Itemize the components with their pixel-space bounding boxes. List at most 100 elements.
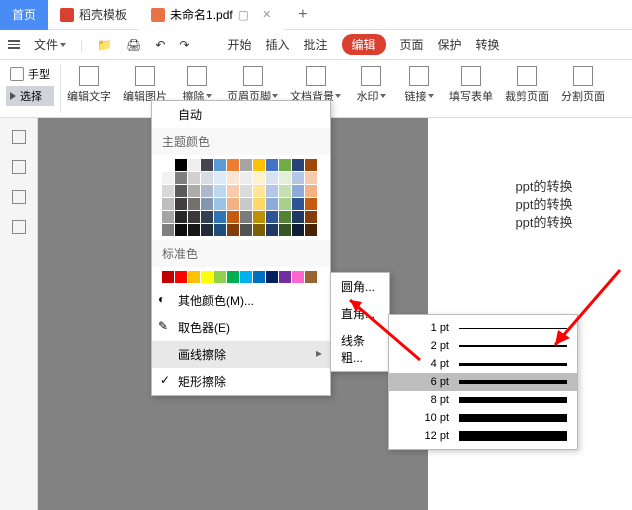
color-swatch[interactable] bbox=[227, 211, 239, 223]
color-swatch[interactable] bbox=[266, 271, 278, 283]
color-swatch[interactable] bbox=[227, 271, 239, 283]
menu-edit[interactable]: 编辑 bbox=[342, 34, 386, 55]
print-icon[interactable]: 🖨 bbox=[126, 38, 141, 52]
tool-hand[interactable]: 手型 bbox=[6, 64, 54, 84]
color-swatch[interactable] bbox=[175, 185, 187, 197]
color-swatch[interactable] bbox=[188, 271, 200, 283]
hamburger-menu[interactable] bbox=[8, 40, 20, 49]
pt-4[interactable]: 4 pt bbox=[389, 355, 577, 373]
redo-icon[interactable]: ↷ bbox=[179, 38, 189, 52]
menu-annotate[interactable]: 批注 bbox=[303, 36, 327, 53]
color-swatch[interactable] bbox=[162, 159, 174, 171]
color-swatch[interactable] bbox=[279, 224, 291, 236]
color-swatch[interactable] bbox=[214, 159, 226, 171]
color-swatch[interactable] bbox=[201, 211, 213, 223]
color-swatch[interactable] bbox=[201, 271, 213, 283]
color-swatch[interactable] bbox=[201, 198, 213, 210]
submenu-thickness[interactable]: 线条粗... bbox=[331, 327, 389, 371]
color-swatch[interactable] bbox=[201, 185, 213, 197]
color-swatch[interactable] bbox=[214, 271, 226, 283]
color-swatch[interactable] bbox=[292, 211, 304, 223]
menu-page[interactable]: 页面 bbox=[400, 36, 424, 53]
color-swatch[interactable] bbox=[188, 159, 200, 171]
color-swatch[interactable] bbox=[188, 185, 200, 197]
color-swatch[interactable] bbox=[227, 224, 239, 236]
color-swatch[interactable] bbox=[214, 224, 226, 236]
color-swatch[interactable] bbox=[266, 172, 278, 184]
submenu-square[interactable]: 直角... bbox=[331, 300, 389, 327]
color-swatch[interactable] bbox=[227, 198, 239, 210]
tool-link[interactable]: 链接 bbox=[395, 64, 443, 113]
color-swatch[interactable] bbox=[175, 198, 187, 210]
color-swatch[interactable] bbox=[214, 198, 226, 210]
popup-other-colors[interactable]: ◐其他颜色(M)... bbox=[152, 287, 330, 314]
color-swatch[interactable] bbox=[188, 211, 200, 223]
color-swatch[interactable] bbox=[305, 211, 317, 223]
attachment-icon[interactable] bbox=[12, 190, 26, 204]
color-swatch[interactable] bbox=[214, 185, 226, 197]
tool-split[interactable]: 分割页面 bbox=[555, 64, 611, 113]
menu-file[interactable]: 文件 bbox=[34, 36, 66, 53]
color-swatch[interactable] bbox=[266, 159, 278, 171]
color-swatch[interactable] bbox=[266, 185, 278, 197]
tool-watermark[interactable]: 水印 bbox=[347, 64, 395, 113]
signature-icon[interactable] bbox=[12, 220, 26, 234]
color-swatch[interactable] bbox=[266, 224, 278, 236]
color-swatch[interactable] bbox=[240, 271, 252, 283]
menu-insert[interactable]: 插入 bbox=[265, 36, 289, 53]
color-swatch[interactable] bbox=[162, 172, 174, 184]
color-swatch[interactable] bbox=[253, 172, 265, 184]
color-swatch[interactable] bbox=[292, 198, 304, 210]
color-swatch[interactable] bbox=[214, 172, 226, 184]
color-swatch[interactable] bbox=[201, 172, 213, 184]
tool-select[interactable]: 选择 bbox=[6, 86, 54, 106]
color-swatch[interactable] bbox=[305, 185, 317, 197]
color-swatch[interactable] bbox=[279, 159, 291, 171]
color-swatch[interactable] bbox=[292, 159, 304, 171]
tab-home[interactable]: 首页 bbox=[0, 0, 48, 30]
tool-edit-text[interactable]: 编辑文字 bbox=[61, 64, 117, 113]
color-swatch[interactable] bbox=[292, 224, 304, 236]
pt-12[interactable]: 12 pt bbox=[389, 427, 577, 445]
color-swatch[interactable] bbox=[266, 198, 278, 210]
color-swatch[interactable] bbox=[240, 172, 252, 184]
new-tab-button[interactable]: + bbox=[283, 6, 322, 24]
color-swatch[interactable] bbox=[188, 172, 200, 184]
undo-icon[interactable]: ↶ bbox=[155, 38, 165, 52]
tab-template[interactable]: 稻壳模板 bbox=[48, 0, 139, 30]
color-swatch[interactable] bbox=[188, 198, 200, 210]
color-swatch[interactable] bbox=[279, 271, 291, 283]
color-swatch[interactable] bbox=[305, 224, 317, 236]
menu-start[interactable]: 开始 bbox=[227, 36, 251, 53]
color-swatch[interactable] bbox=[227, 172, 239, 184]
menu-convert[interactable]: 转换 bbox=[476, 36, 500, 53]
color-swatch[interactable] bbox=[253, 159, 265, 171]
color-swatch[interactable] bbox=[279, 172, 291, 184]
color-swatch[interactable] bbox=[227, 159, 239, 171]
maximize-icon[interactable]: ▢ bbox=[238, 8, 249, 22]
popup-auto[interactable]: 自动 bbox=[152, 101, 330, 128]
popup-color-picker[interactable]: ✎取色器(E) bbox=[152, 314, 330, 341]
thumbnail-icon[interactable] bbox=[12, 160, 26, 174]
tool-form[interactable]: 填写表单 bbox=[443, 64, 499, 113]
tool-crop[interactable]: 裁剪页面 bbox=[499, 64, 555, 113]
color-swatch[interactable] bbox=[292, 271, 304, 283]
color-swatch[interactable] bbox=[162, 224, 174, 236]
standard-swatches[interactable] bbox=[152, 267, 330, 287]
color-swatch[interactable] bbox=[162, 211, 174, 223]
color-swatch[interactable] bbox=[240, 159, 252, 171]
color-swatch[interactable] bbox=[279, 185, 291, 197]
color-swatch[interactable] bbox=[305, 198, 317, 210]
color-swatch[interactable] bbox=[175, 211, 187, 223]
bookmark-icon[interactable] bbox=[12, 130, 26, 144]
pt-1[interactable]: 1 pt bbox=[389, 319, 577, 337]
color-swatch[interactable] bbox=[162, 198, 174, 210]
theme-swatches[interactable] bbox=[152, 155, 330, 240]
color-swatch[interactable] bbox=[253, 224, 265, 236]
color-swatch[interactable] bbox=[266, 211, 278, 223]
popup-rect-erase[interactable]: 矩形擦除 bbox=[152, 368, 330, 395]
color-swatch[interactable] bbox=[162, 271, 174, 283]
close-tab-icon[interactable]: ✕ bbox=[262, 8, 271, 21]
color-swatch[interactable] bbox=[175, 172, 187, 184]
color-swatch[interactable] bbox=[175, 159, 187, 171]
